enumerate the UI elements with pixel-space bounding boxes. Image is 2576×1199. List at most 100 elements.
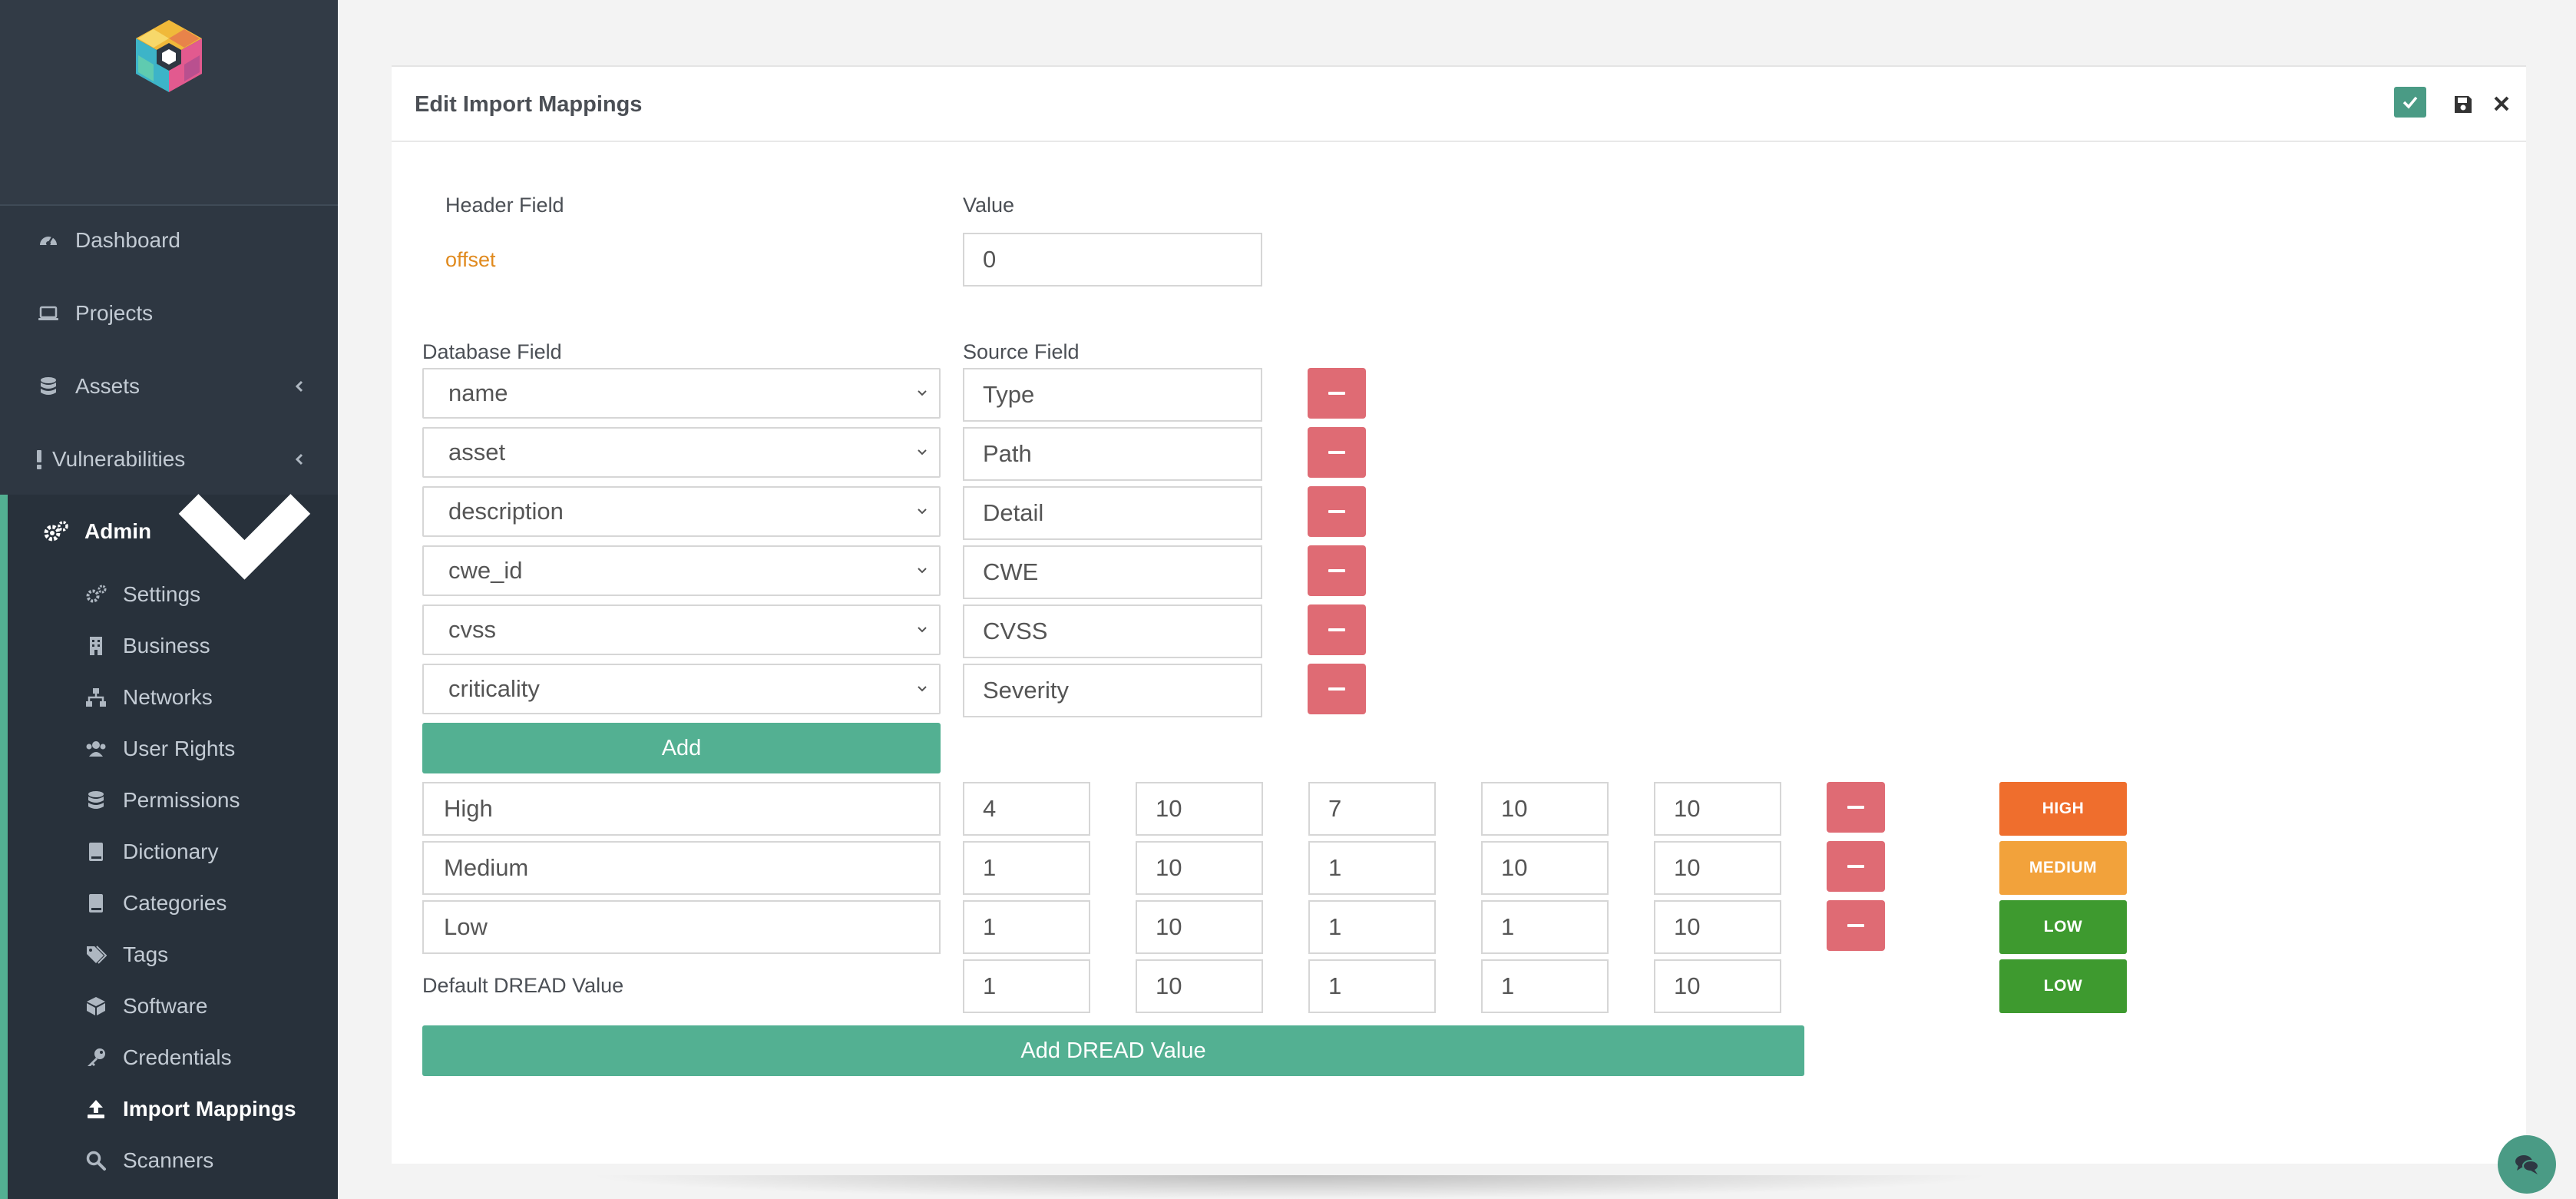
sidebar-item-networks[interactable]: Networks (0, 672, 338, 723)
database-field-select[interactable]: cvss (422, 604, 941, 655)
sidebar-item-label: Assets (75, 374, 141, 398)
chevron-down-icon (918, 568, 927, 574)
confirm-button[interactable] (2394, 87, 2426, 118)
sidebar-item-label: Admin (84, 519, 152, 543)
source-field-input[interactable] (963, 368, 1262, 422)
database-field-select[interactable]: cwe_id (422, 545, 941, 596)
chevron-down-icon (918, 390, 927, 396)
dread-value-input[interactable] (963, 782, 1090, 836)
dread-name-input[interactable] (422, 782, 941, 836)
sidebar-item-credentials[interactable]: Credentials (0, 1032, 338, 1083)
source-field-input[interactable] (963, 604, 1262, 658)
sidebar-item-label: Import Mappings (123, 1097, 296, 1121)
remove-mapping-button[interactable] (1308, 604, 1366, 655)
minus-icon (1328, 569, 1345, 572)
chevron-down-icon (918, 686, 927, 692)
select-value: name (448, 379, 508, 406)
select-value: description (448, 498, 564, 525)
sidebar-item-categories[interactable]: Categories (0, 878, 338, 929)
remove-mapping-button[interactable] (1308, 545, 1366, 596)
sidebar-item-assets[interactable]: Assets (0, 349, 338, 423)
sidebar-item-software[interactable]: Software (0, 981, 338, 1032)
remove-mapping-button[interactable] (1308, 664, 1366, 714)
minus-icon (1328, 628, 1345, 631)
minus-icon (1328, 687, 1345, 691)
default-dread-value-input[interactable] (1136, 959, 1263, 1013)
dread-value-input[interactable] (1136, 900, 1263, 954)
dread-value-input[interactable] (963, 900, 1090, 954)
sidebar-item-import-mappings[interactable]: Import Mappings (0, 1084, 338, 1134)
book-icon (84, 840, 107, 863)
database-icon (37, 375, 60, 398)
sidebar-item-user-rights[interactable]: User Rights (0, 724, 338, 774)
database-field-select[interactable]: description (422, 486, 941, 537)
default-dread-value-input[interactable] (1481, 959, 1609, 1013)
source-field-input[interactable] (963, 427, 1262, 481)
severity-badge-medium: MEDIUM (1999, 841, 2127, 895)
header-field-value: offset (445, 248, 496, 271)
add-mapping-button[interactable]: Add (422, 723, 941, 773)
dread-value-input[interactable] (1654, 782, 1781, 836)
dread-value-input[interactable] (1136, 841, 1263, 895)
dread-name-input[interactable] (422, 900, 941, 954)
select-value: asset (448, 439, 506, 465)
sidebar-item-dashboard[interactable]: Dashboard (0, 204, 338, 277)
default-dread-value-input[interactable] (963, 959, 1090, 1013)
default-dread-label: Default DREAD Value (422, 974, 624, 997)
header-value-input[interactable] (963, 233, 1262, 287)
remove-dread-button[interactable] (1827, 841, 1885, 892)
dread-value-input[interactable] (1481, 782, 1609, 836)
exclamation-icon (34, 448, 45, 471)
dread-value-input[interactable] (1481, 900, 1609, 954)
chevron-down-icon (918, 449, 927, 455)
dread-value-input[interactable] (963, 841, 1090, 895)
dread-value-input[interactable] (1481, 841, 1609, 895)
database-field-select[interactable]: name (422, 368, 941, 419)
dread-value-input[interactable] (1654, 900, 1781, 954)
default-dread-value-input[interactable] (1654, 959, 1781, 1013)
source-field-input[interactable] (963, 545, 1262, 599)
sidebar-item-label: Dashboard (75, 228, 180, 252)
sidebar-item-projects[interactable]: Projects (0, 277, 338, 350)
remove-mapping-button[interactable] (1308, 368, 1366, 419)
chat-button[interactable] (2498, 1135, 2556, 1194)
gauge-icon (37, 229, 60, 252)
dread-name-input[interactable] (422, 841, 941, 895)
dread-value-input[interactable] (1308, 782, 1436, 836)
sidebar-item-scanners[interactable]: Scanners (0, 1135, 338, 1186)
dread-value-input[interactable] (1654, 841, 1781, 895)
minus-icon (1847, 924, 1864, 927)
select-value: cvss (448, 616, 496, 643)
sidebar-item-label: Permissions (123, 788, 240, 812)
hexagon-cube-logo[interactable] (131, 20, 207, 92)
chevron-left-icon (295, 380, 303, 392)
add-dread-value-button[interactable]: Add DREAD Value (422, 1025, 1804, 1076)
sidebar-item-admin[interactable]: Admin (0, 493, 338, 580)
sidebar-item-dictionary[interactable]: Dictionary (0, 826, 338, 877)
remove-mapping-button[interactable] (1308, 427, 1366, 478)
dread-value-input[interactable] (1308, 900, 1436, 954)
users-icon (84, 737, 107, 760)
sidebar-item-label: Settings (123, 582, 201, 606)
minus-icon (1847, 806, 1864, 809)
dread-value-input[interactable] (1308, 841, 1436, 895)
sitemap-icon (84, 686, 107, 709)
database-field-label: Database Field (422, 340, 562, 363)
close-icon[interactable] (2492, 94, 2511, 113)
database-field-select[interactable]: asset (422, 427, 941, 478)
database-field-select[interactable]: criticality (422, 664, 941, 714)
remove-mapping-button[interactable] (1308, 486, 1366, 537)
source-field-input[interactable] (963, 664, 1262, 717)
default-dread-value-input[interactable] (1308, 959, 1436, 1013)
cogs-icon (43, 520, 69, 543)
remove-dread-button[interactable] (1827, 782, 1885, 833)
sidebar-item-settings[interactable]: Settings (0, 569, 338, 620)
source-field-input[interactable] (963, 486, 1262, 540)
save-icon[interactable] (2453, 94, 2473, 114)
dread-value-input[interactable] (1136, 782, 1263, 836)
sidebar-item-business[interactable]: Business (0, 621, 338, 671)
remove-dread-button[interactable] (1827, 900, 1885, 951)
minus-icon (1328, 510, 1345, 513)
sidebar-item-tags[interactable]: Tags (0, 929, 338, 980)
sidebar-item-permissions[interactable]: Permissions (0, 775, 338, 826)
